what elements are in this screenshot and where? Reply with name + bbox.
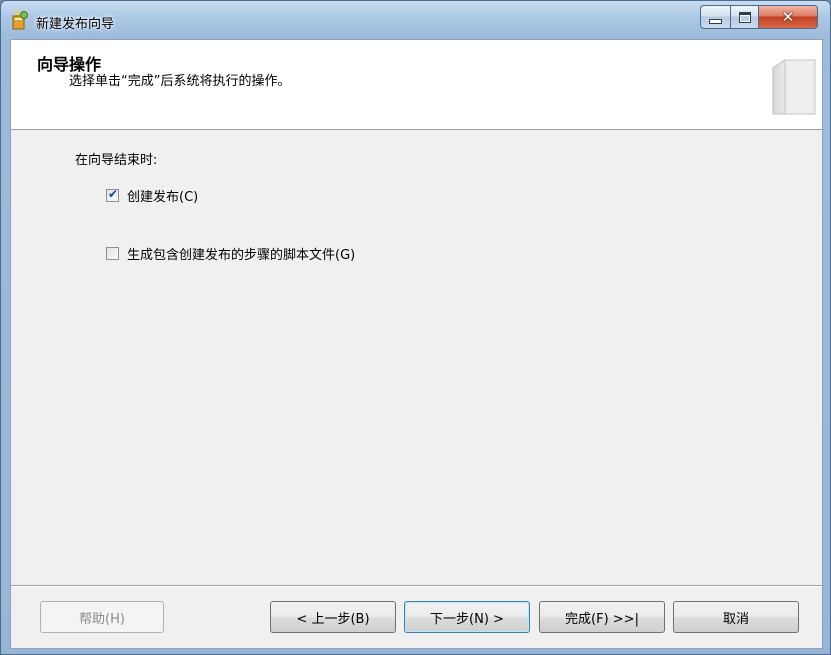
page-description: 选择单击“完成”后系统将执行的操作。 [69, 74, 291, 89]
maximize-button[interactable] [730, 5, 758, 29]
close-button[interactable]: ✕ [758, 5, 818, 29]
minimize-button[interactable] [700, 5, 730, 29]
generate-script-checkbox[interactable] [106, 247, 119, 260]
close-icon: ✕ [781, 7, 795, 26]
wizard-book-graphic [772, 59, 816, 115]
cancel-button[interactable]: 取消 [673, 601, 799, 633]
title-bar[interactable]: 新建发布向导 ✕ [1, 1, 830, 39]
caption-buttons: ✕ [700, 5, 818, 31]
minimize-icon [709, 18, 722, 24]
finish-button[interactable]: 完成(F) >>| [539, 601, 665, 633]
wizard-app-icon [12, 11, 28, 30]
checkmark-icon: ✔ [108, 187, 119, 201]
back-button[interactable]: < 上一步(B) [270, 601, 396, 633]
option-generate-script[interactable]: 生成包含创建发布的步骤的脚本文件(G) [106, 244, 355, 263]
help-button[interactable]: 帮助(H) [40, 601, 164, 633]
footer-separator [11, 585, 822, 587]
wizard-window: 新建发布向导 ✕ 向导操作 选择单击“完成”后系统将执行的操作。 在向导结束时:… [0, 0, 831, 655]
generate-script-label: 生成包含创建发布的步骤的脚本文件(G) [127, 248, 356, 263]
at-end-label: 在向导结束时: [75, 153, 158, 168]
option-create-publication[interactable]: ✔ 创建发布(C) [106, 186, 198, 205]
window-title: 新建发布向导 [36, 17, 115, 32]
next-button[interactable]: 下一步(N) > [404, 601, 530, 633]
wizard-header: 向导操作 选择单击“完成”后系统将执行的操作。 [11, 40, 822, 130]
maximize-icon [738, 11, 751, 23]
create-publication-label: 创建发布(C) [127, 190, 199, 205]
wizard-client-area: 向导操作 选择单击“完成”后系统将执行的操作。 在向导结束时: ✔ 创建发布(C… [10, 39, 823, 649]
create-publication-checkbox[interactable]: ✔ [106, 187, 119, 202]
